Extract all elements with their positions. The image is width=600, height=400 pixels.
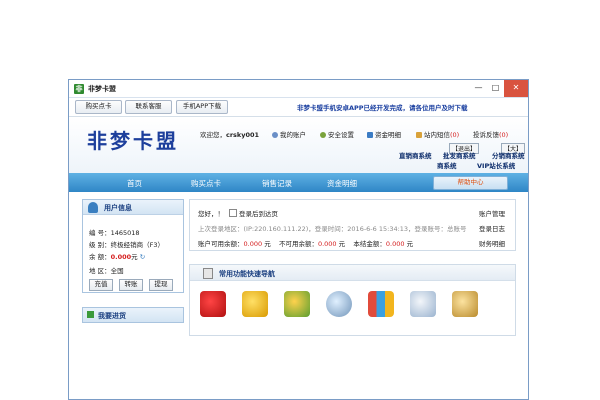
buy-card-button[interactable]: 购买点卡 xyxy=(75,100,122,114)
welcome-label: 欢迎您， xyxy=(200,131,226,139)
mobile-app-button[interactable]: 手机APP下载 xyxy=(176,100,228,114)
nav-funds-detail[interactable]: 资金明细 xyxy=(327,178,357,189)
main-nav: 首页 购买点卡 销售记录 资金明细 帮助中心 xyxy=(69,173,528,192)
coins-add-icon[interactable] xyxy=(284,291,310,317)
user-balance-unit: 元 xyxy=(131,253,138,261)
welcome-text: 欢迎您，crsky001 xyxy=(200,129,259,139)
magnifier-icon[interactable] xyxy=(326,291,352,317)
user-info-panel: 用户信息 编 号：1465018 级 别：终极经销商（F3） 余 额：0.000… xyxy=(82,199,184,293)
user-balance-row: 余 额：0.000元 ↻ xyxy=(89,251,145,261)
maximize-button[interactable]: □ xyxy=(487,80,504,97)
document-icon[interactable] xyxy=(410,291,436,317)
app-logo-icon: 非 xyxy=(74,83,84,94)
my-account-link[interactable]: 我的账户 xyxy=(272,129,306,139)
star-icon[interactable] xyxy=(242,291,268,317)
wholesale-system-link[interactable]: 批发商系统 xyxy=(443,150,476,160)
lock-icon[interactable] xyxy=(452,291,478,317)
last-login-info: 上次登录地区：(IP:220.160.111.22)，登录时间：2016-6-6… xyxy=(198,225,467,233)
title-bar: 非 非梦卡盟 — □ ✕ xyxy=(69,80,528,98)
quick-nav-panel: 常用功能快速导航 xyxy=(189,264,516,336)
refresh-icon[interactable]: ↻ xyxy=(140,253,145,261)
user-id-row: 编 号：1465018 xyxy=(89,227,140,237)
unavailable-value: 0.000 xyxy=(317,240,337,248)
greeting-text: 您好，！ xyxy=(198,210,224,218)
account-summary: 您好，！ 登录后到达页 上次登录地区：(IP:220.160.111.22)，登录… xyxy=(189,199,516,251)
available-label: 账户可用余额： xyxy=(198,240,244,248)
settlement-label: 本结金额： xyxy=(353,240,386,248)
settlement-unit: 元 xyxy=(406,240,414,248)
minimize-button[interactable]: — xyxy=(470,80,487,97)
user-info-title: 用户信息 xyxy=(104,204,132,212)
announcement-marquee[interactable]: 非梦卡盟手机安卓APP已经开发完成，请各位用户及时下载 xyxy=(297,102,468,112)
available-value: 0.000 xyxy=(243,240,263,248)
direct-system-link[interactable]: 直销商系统 xyxy=(399,150,432,160)
user-region-label: 地 区： xyxy=(89,267,111,275)
nav-sales-records[interactable]: 销售记录 xyxy=(262,178,292,189)
mail-icon xyxy=(416,132,422,138)
shopping-cart-icon[interactable] xyxy=(200,291,226,317)
contact-service-button[interactable]: 联系客服 xyxy=(125,100,172,114)
user-region-value: 全国 xyxy=(110,267,124,275)
complaints-label: 投诉反馈 xyxy=(473,131,499,139)
nav-home[interactable]: 首页 xyxy=(127,178,142,189)
toolbar: 购买点卡 联系客服 手机APP下载 非梦卡盟手机安卓APP已经开发完成，请各位用… xyxy=(69,99,528,114)
security-settings-link[interactable]: 安全设置 xyxy=(320,129,354,139)
login-log-link[interactable]: 登录日志 xyxy=(479,223,505,233)
nav-buy-card[interactable]: 购买点卡 xyxy=(191,178,221,189)
document-small-icon xyxy=(203,268,213,279)
bar-chart-icon[interactable] xyxy=(368,291,394,317)
unavailable-label: 不可用余额： xyxy=(278,240,318,248)
site-logo: 非梦卡盟 xyxy=(87,129,179,153)
merchant-system-link[interactable]: 商系统 xyxy=(437,160,457,170)
complaints-link[interactable]: 投诉反馈(0) xyxy=(473,129,508,139)
cart-small-icon xyxy=(87,311,94,318)
stock-title: 我要进货 xyxy=(98,312,126,320)
vip-system-link[interactable]: VIP站长系统 xyxy=(477,160,515,170)
user-level-row: 级 别：终极经销商（F3） xyxy=(89,239,164,249)
quick-nav-header: 常用功能快速导航 xyxy=(190,265,515,281)
distributor-system-link[interactable]: 分销商系统 xyxy=(492,150,525,160)
user-region-row: 地 区：全国 xyxy=(89,265,124,275)
user-balance-value: 0.000 xyxy=(110,253,132,261)
stock-panel-header[interactable]: 我要进货 xyxy=(82,307,184,323)
remember-checkbox[interactable] xyxy=(229,209,237,217)
shield-icon xyxy=(320,132,326,138)
recharge-button[interactable]: 充值 xyxy=(89,279,113,291)
account-management-link[interactable]: 账户管理 xyxy=(479,208,505,218)
funds-detail-label: 资金明细 xyxy=(375,131,401,139)
user-level-label: 级 别： xyxy=(89,241,111,249)
quick-nav-title: 常用功能快速导航 xyxy=(219,270,275,278)
financial-detail-link[interactable]: 财务明细 xyxy=(479,238,505,248)
my-account-label: 我的账户 xyxy=(280,131,306,139)
user-level-value: 终极经销商（F3） xyxy=(110,241,164,249)
funds-detail-link[interactable]: 资金明细 xyxy=(367,129,401,139)
unavailable-unit: 元 xyxy=(338,240,346,248)
greeting-row: 您好，！ 登录后到达页 xyxy=(198,208,278,218)
app-window: 非 非梦卡盟 — □ ✕ 购买点卡 联系客服 手机APP下载 非梦卡盟手机安卓A… xyxy=(68,79,529,400)
user-id-label: 编 号： xyxy=(89,229,111,237)
help-center-button[interactable]: 帮助中心 xyxy=(433,176,508,190)
security-settings-label: 安全设置 xyxy=(328,131,354,139)
messages-label: 站内短信 xyxy=(424,131,450,139)
messages-count: (0) xyxy=(450,131,460,139)
avatar-icon xyxy=(88,202,98,213)
window-title: 非梦卡盟 xyxy=(88,84,116,93)
complaints-count: (0) xyxy=(499,131,509,139)
withdraw-button[interactable]: 提现 xyxy=(149,279,173,291)
close-button[interactable]: ✕ xyxy=(504,80,528,97)
header: 非梦卡盟 欢迎您，crsky001 我的账户 安全设置 资金明细 站内短信(0)… xyxy=(69,116,528,173)
username: crsky001 xyxy=(226,131,260,139)
user-id-value: 1465018 xyxy=(110,229,140,237)
user-icon xyxy=(272,132,278,138)
user-info-header: 用户信息 xyxy=(83,200,183,215)
settlement-value: 0.000 xyxy=(385,240,405,248)
remember-label: 登录后到达页 xyxy=(239,210,278,218)
user-balance-label: 余 额： xyxy=(89,253,111,261)
transfer-button[interactable]: 转账 xyxy=(119,279,143,291)
balance-row: 账户可用余额：0.000 元 不可用余额：0.000 元 本结金额：0.000 … xyxy=(198,238,413,248)
messages-link[interactable]: 站内短信(0) xyxy=(416,129,459,139)
list-icon xyxy=(367,132,373,138)
available-unit: 元 xyxy=(264,240,271,248)
